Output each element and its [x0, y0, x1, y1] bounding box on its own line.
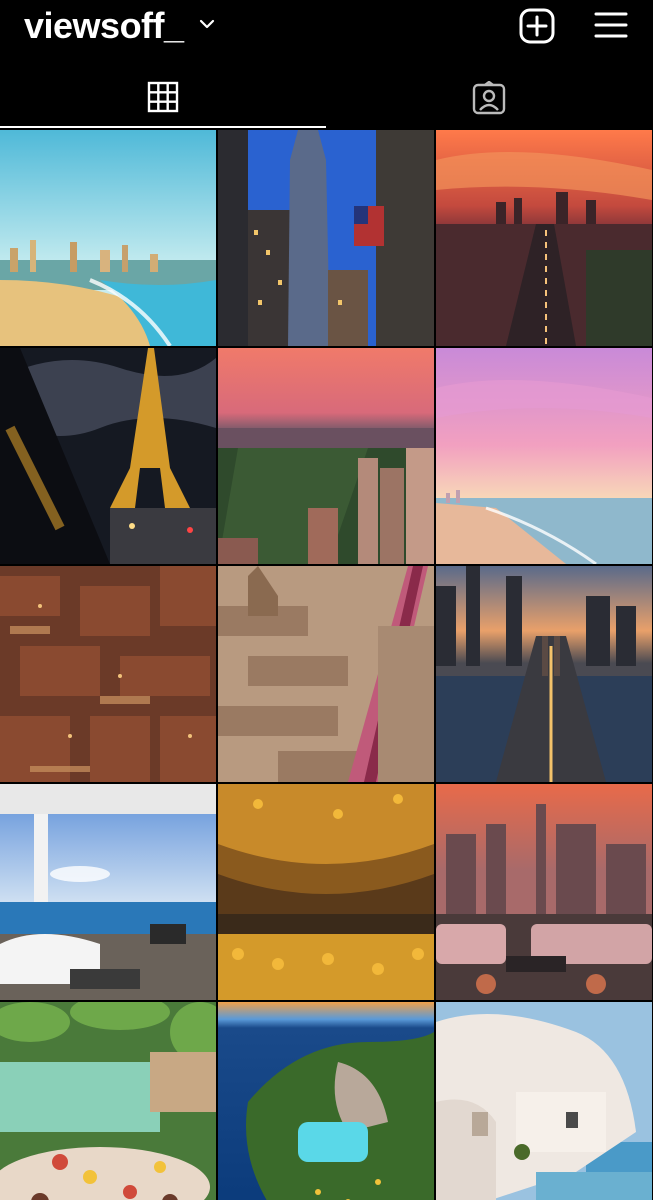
chevron-down-icon[interactable] [198, 17, 216, 31]
post-thumbnail-jungle-pool-breakfast[interactable] [0, 1002, 216, 1200]
plus-square-icon[interactable] [519, 8, 555, 44]
grid-icon [147, 81, 179, 113]
posts-grid [0, 130, 653, 1200]
post-thumbnail-sunset-city-highway[interactable] [436, 130, 652, 346]
post-thumbnail-beach-skyline[interactable] [0, 130, 216, 346]
profile-tabs [0, 66, 653, 128]
post-thumbnail-skyscrapers-flags[interactable] [218, 130, 434, 346]
post-thumbnail-cliff-pool-coast[interactable] [218, 1002, 434, 1200]
post-thumbnail-old-city-rooftops[interactable] [0, 566, 216, 782]
post-thumbnail-white-cliff-house[interactable] [436, 1002, 652, 1200]
post-thumbnail-eiffel-tower-night[interactable] [0, 348, 216, 564]
hamburger-menu-icon[interactable] [594, 10, 628, 40]
post-thumbnail-bridge-skyline-dusk[interactable] [436, 566, 652, 782]
post-thumbnail-aerial-blossom-city[interactable] [218, 566, 434, 782]
username-label[interactable]: viewsoff_ [24, 4, 184, 48]
tab-posts-grid[interactable] [0, 66, 326, 128]
post-thumbnail-central-park-sunset[interactable] [218, 348, 434, 564]
post-thumbnail-sunflower-tunnel[interactable] [218, 784, 434, 1000]
post-thumbnail-pink-sunset-beach[interactable] [436, 348, 652, 564]
tab-tagged[interactable] [327, 66, 653, 128]
tagged-user-icon [472, 81, 506, 115]
profile-header: viewsoff_ [0, 0, 653, 52]
post-thumbnail-rooftop-terrace-skyline[interactable] [436, 784, 652, 1000]
active-tab-indicator [0, 126, 326, 128]
post-thumbnail-ocean-view-bedroom[interactable] [0, 784, 216, 1000]
